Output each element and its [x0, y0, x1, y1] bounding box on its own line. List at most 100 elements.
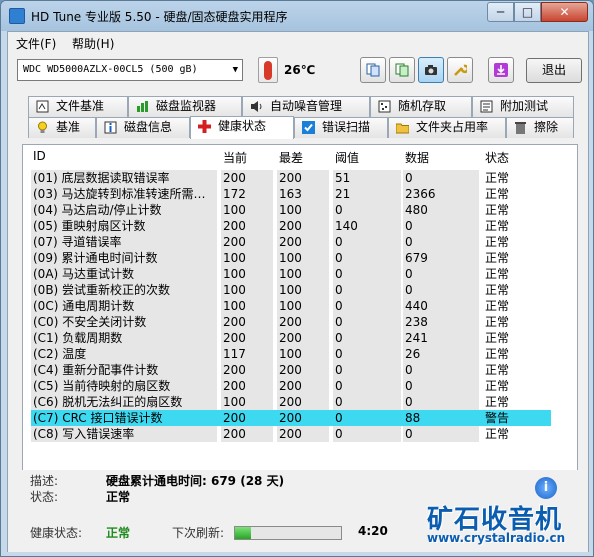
tab-disk-info[interactable]: 磁盘信息	[96, 117, 190, 138]
maximize-button[interactable]: □	[514, 2, 541, 22]
column-header-threshold[interactable]: 阈值	[335, 149, 359, 166]
cell-current: 100	[221, 266, 273, 282]
table-row[interactable]: (C1) 负载周期数 200 200 0 241 正常	[31, 330, 551, 346]
cell-current: 200	[221, 378, 273, 394]
table-row[interactable]: (0A) 马达重试计数 100 100 0 0 正常	[31, 266, 551, 282]
cell-data: 679	[403, 250, 479, 266]
error-scan-icon	[302, 121, 315, 134]
tab-benchmark[interactable]: 基准	[28, 117, 96, 138]
tab-random-access[interactable]: 随机存取	[370, 96, 472, 117]
screenshot-button[interactable]	[418, 57, 444, 83]
cell-id: (C6) 脱机无法纠正的扇区数	[31, 394, 217, 410]
file-benchmark-icon	[36, 100, 49, 113]
cell-id: (09) 累计通电时间计数	[31, 250, 217, 266]
column-header-data[interactable]: 数据	[405, 149, 429, 166]
copy-screen-button[interactable]	[389, 57, 415, 83]
drive-select[interactable]: WDC WD5000AZLX-00CL5 (500 gB) ▼	[17, 59, 243, 81]
options-button[interactable]	[447, 57, 473, 83]
table-row[interactable]: (C7) CRC 接口错误计数 200 200 0 88 警告	[31, 410, 551, 426]
cell-current: 100	[221, 394, 273, 410]
tab-noise-management[interactable]: 自动噪音管理	[242, 96, 370, 117]
cell-worst: 163	[277, 186, 329, 202]
disk-monitor-icon	[137, 101, 148, 112]
window-title: HD Tune 专业版 5.50 - 硬盘/固态硬盘实用程序	[31, 10, 288, 24]
refresh-progress-bar	[234, 526, 342, 540]
options-wrench-icon	[454, 64, 467, 76]
cell-current: 100	[221, 298, 273, 314]
cell-status: 正常	[485, 267, 510, 281]
table-row[interactable]: (09) 累计通电时间计数 100 100 0 679 正常	[31, 250, 551, 266]
cell-worst: 100	[277, 266, 329, 282]
table-row[interactable]: (0C) 通电周期计数 100 100 0 440 正常	[31, 298, 551, 314]
cell-data: 0	[403, 234, 479, 250]
save-button[interactable]	[488, 57, 514, 83]
tab-extra-tests[interactable]: 附加测试	[472, 96, 574, 117]
cell-data: 0	[403, 282, 479, 298]
minimize-button[interactable]: ─	[487, 2, 514, 22]
health-cross-icon	[198, 120, 211, 133]
cell-current: 200	[221, 330, 273, 346]
chevron-down-icon: ▼	[232, 65, 238, 75]
refresh-progress-fill	[235, 527, 251, 539]
table-row[interactable]: (C5) 当前待映射的扇区数 200 200 0 0 正常	[31, 378, 551, 394]
copy-screen-icon	[395, 63, 409, 77]
cell-worst: 200	[277, 218, 329, 234]
table-row[interactable]: (C4) 重新分配事件计数 200 200 0 0 正常	[31, 362, 551, 378]
cell-current: 100	[221, 282, 273, 298]
copy-text-button[interactable]	[360, 57, 386, 83]
table-row[interactable]: (C6) 脱机无法纠正的扇区数 100 200 0 0 正常	[31, 394, 551, 410]
tab-health[interactable]: 健康状态	[190, 116, 294, 139]
disk-info-icon	[104, 121, 117, 134]
close-button[interactable]: ✕	[541, 2, 588, 22]
menu-file[interactable]: 文件(F)	[16, 35, 56, 52]
table-row[interactable]: (03) 马达旋转到标准转速所需… 172 163 21 2366 正常	[31, 186, 551, 202]
column-header-status[interactable]: 状态	[485, 149, 509, 166]
description-value: 硬盘累计通电时间: 679 (28 天)	[106, 474, 285, 488]
table-row[interactable]: (01) 底层数据读取错误率 200 200 51 0 正常	[31, 170, 551, 186]
temperature-readout: 26℃	[284, 63, 316, 77]
column-header-worst[interactable]: 最差	[279, 149, 303, 166]
cell-id: (05) 重映射扇区计数	[31, 218, 217, 234]
tab-error-scan[interactable]: 错误扫描	[294, 117, 388, 138]
cell-threshold: 51	[333, 170, 401, 186]
cell-data: 2366	[403, 186, 479, 202]
app-icon	[9, 8, 25, 24]
table-row[interactable]: (C8) 写入错误速率 200 200 0 0 正常	[31, 426, 551, 442]
table-row[interactable]: (C2) 温度 117 100 0 26 正常	[31, 346, 551, 362]
cell-status: 正常	[485, 171, 510, 185]
tab-disk-monitor[interactable]: 磁盘监视器	[128, 96, 242, 117]
cell-threshold: 0	[333, 234, 401, 250]
column-header-current[interactable]: 当前	[223, 149, 247, 166]
cell-threshold: 0	[333, 394, 401, 410]
tab-file-benchmark[interactable]: 文件基准	[28, 96, 128, 117]
title-bar[interactable]: HD Tune 专业版 5.50 - 硬盘/固态硬盘实用程序 ─ □ ✕	[1, 1, 593, 31]
cell-worst: 100	[277, 298, 329, 314]
cell-data: 0	[403, 378, 479, 394]
cell-threshold: 0	[333, 330, 401, 346]
cell-worst: 200	[277, 330, 329, 346]
cell-current: 200	[223, 411, 246, 425]
tabs-row-bottom: 基准 磁盘信息 健康状态 错误扫描 文件夹占用率 擦除	[28, 116, 574, 139]
cell-threshold: 0	[333, 250, 401, 266]
cell-worst: 200	[277, 378, 329, 394]
save-download-icon	[494, 63, 508, 77]
table-row[interactable]: (04) 马达启动/停止计数 100 100 0 480 正常	[31, 202, 551, 218]
table-row[interactable]: (05) 重映射扇区计数 200 200 140 0 正常	[31, 218, 551, 234]
cell-threshold: 0	[333, 202, 401, 218]
cell-worst: 200	[277, 234, 329, 250]
table-row[interactable]: (07) 寻道错误率 200 200 0 0 正常	[31, 234, 551, 250]
cell-status: 正常	[485, 315, 510, 329]
cell-current: 200	[221, 218, 273, 234]
cell-data: 241	[403, 330, 479, 346]
cell-worst: 200	[277, 394, 329, 410]
tab-folder-usage[interactable]: 文件夹占用率	[388, 117, 506, 138]
column-header-id[interactable]: ID	[33, 149, 46, 163]
table-row[interactable]: (C0) 不安全关闭计数 200 200 0 238 正常	[31, 314, 551, 330]
cell-current: 172	[221, 186, 273, 202]
table-row[interactable]: (0B) 尝试重新校正的次数 100 100 0 0 正常	[31, 282, 551, 298]
menu-help[interactable]: 帮助(H)	[72, 35, 114, 52]
tab-erase[interactable]: 擦除	[506, 117, 574, 138]
cell-worst: 200	[277, 426, 329, 442]
watermark-url: www.crystalradio.cn	[427, 531, 566, 545]
exit-button[interactable]: 退出	[526, 58, 582, 83]
